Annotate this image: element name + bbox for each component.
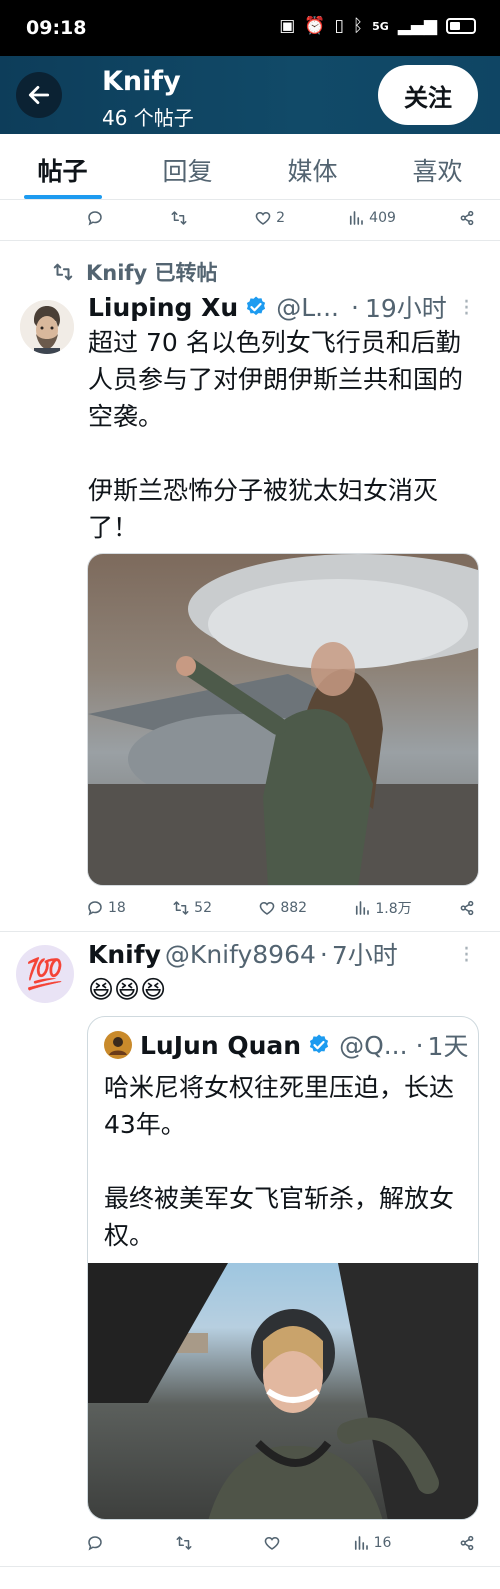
repost-button[interactable]: 52 — [172, 899, 212, 917]
action-bar: 16 — [86, 1528, 476, 1558]
more-options-icon[interactable]: · · · — [463, 292, 470, 326]
divider — [0, 931, 500, 932]
action-bar: 2 409 — [86, 203, 476, 233]
views-icon — [356, 901, 370, 915]
post-text: 超过 70 名以色列女飞行员和后勤人员参与了对伊朗伊斯兰共和国的空袭。 伊斯兰恐… — [88, 328, 464, 542]
post-header: Liuping Xu @L... · 19小时 — [88, 291, 447, 324]
heart-icon — [260, 901, 275, 915]
reply-button[interactable]: 18 — [86, 899, 126, 917]
share-icon — [460, 900, 474, 916]
alarm-icon: ⏰ — [304, 16, 326, 36]
profile-name: Knify — [102, 66, 181, 97]
views-button[interactable]: 1.8万 — [353, 898, 412, 918]
bluetooth-icon: ᛒ — [352, 16, 364, 36]
views-icon — [350, 211, 363, 225]
reply-button[interactable] — [86, 209, 108, 227]
back-arrow-icon — [28, 86, 50, 104]
tab-posts[interactable]: 帖子 — [0, 134, 125, 199]
author-handle[interactable]: @L... — [276, 293, 339, 322]
repost-label: Knify 已转帖 — [86, 261, 218, 285]
avatar[interactable]: 💯 — [16, 945, 74, 1003]
like-button[interactable]: 2 — [254, 209, 285, 227]
profile-header: Knify 46 个帖子 关注 — [0, 56, 500, 134]
repost-button[interactable] — [175, 1534, 197, 1552]
like-count: 882 — [280, 900, 308, 916]
quoted-post-header: LuJun Quan @Q... · 1天 — [104, 1029, 468, 1061]
reply-icon — [88, 901, 102, 916]
quote-avatar-icon — [104, 1031, 132, 1059]
repost-count: 52 — [194, 900, 212, 916]
verified-badge-icon — [309, 1034, 329, 1054]
post-image-jet-pilot[interactable] — [87, 553, 479, 886]
separator-dot: · — [319, 939, 328, 969]
follow-button[interactable]: 关注 — [378, 65, 478, 125]
network-label: 5G — [372, 19, 389, 33]
quoted-post-text: 哈米尼将女权往死里压迫，长达43年。 最终被美军女飞官斩杀，解放女权。 — [104, 1073, 455, 1250]
author-handle[interactable]: @Knify8964 — [165, 940, 316, 969]
reply-icon — [88, 1536, 102, 1551]
share-button[interactable] — [458, 209, 476, 227]
quoted-post[interactable]: LuJun Quan @Q... · 1天 哈米尼将女权往死里压迫，长达43年。… — [87, 1016, 479, 1520]
separator-dot: · — [415, 1030, 424, 1060]
avatar[interactable] — [20, 300, 74, 354]
battery-icon — [446, 18, 476, 34]
tab-likes[interactable]: 喜欢 — [375, 134, 500, 199]
divider — [0, 240, 500, 241]
tab-media[interactable]: 媒体 — [250, 134, 375, 199]
share-button[interactable] — [458, 1534, 476, 1552]
post-count: 46 个帖子 — [102, 106, 194, 130]
reply-button[interactable] — [86, 1534, 108, 1552]
verified-badge-icon — [247, 296, 266, 316]
post-header: Knify @Knify8964 · 7小时 — [88, 938, 398, 971]
views-count: 1.8万 — [375, 901, 412, 917]
views-count: 16 — [373, 1535, 392, 1551]
author-name[interactable]: Knify — [88, 940, 161, 969]
status-time: 09:18 — [26, 17, 87, 39]
profile-tabs: 帖子 回复 媒体 喜欢 — [0, 134, 500, 200]
heart-icon — [264, 1536, 280, 1550]
post-text: 😆😆😆 — [88, 975, 167, 1004]
jet-pilot-illustration-icon — [88, 554, 478, 885]
quoted-image-pilot-cockpit[interactable] — [88, 1263, 478, 1519]
author-name[interactable]: Liuping Xu — [88, 293, 238, 322]
quoted-post-time: 1天 — [427, 1032, 469, 1061]
status-bar: 09:18 ▣ ⏰ ▯ ᛒ 5G ▂▄▆ — [0, 0, 500, 56]
more-options-icon[interactable]: · · · — [463, 939, 470, 973]
views-count: 409 — [369, 210, 396, 226]
pilot-cockpit-illustration-icon — [88, 1263, 478, 1519]
share-icon — [460, 210, 474, 226]
repost-icon — [173, 901, 189, 915]
tab-replies[interactable]: 回复 — [125, 134, 250, 199]
share-icon — [460, 1535, 474, 1551]
like-button[interactable]: 882 — [258, 899, 307, 917]
reply-icon — [88, 211, 102, 226]
vibrate-icon: ▯ — [334, 16, 344, 36]
repost-indicator[interactable]: Knify 已转帖 — [52, 257, 218, 287]
signal-icon: ▂▄▆ — [397, 16, 437, 36]
action-bar: 18 52 882 1.8万 — [86, 893, 476, 923]
repost-icon — [176, 1536, 192, 1550]
nfc-icon: ▣ — [279, 16, 296, 36]
separator-dot: · — [351, 292, 359, 322]
back-button[interactable] — [16, 72, 62, 118]
reply-count: 18 — [108, 900, 126, 916]
repost-button[interactable] — [170, 209, 192, 227]
hundred-points-emoji: 💯 — [26, 956, 64, 992]
quoted-author-name[interactable]: LuJun Quan — [140, 1031, 301, 1060]
views-button[interactable]: 409 — [347, 209, 396, 227]
post-time: 19小时 — [364, 294, 447, 323]
share-button[interactable] — [458, 899, 476, 917]
views-button[interactable]: 16 — [352, 1534, 392, 1552]
status-icons: ▣ ⏰ ▯ ᛒ 5G ▂▄▆ — [279, 16, 476, 36]
repost-icon — [171, 211, 187, 225]
post-time: 7小时 — [331, 941, 398, 970]
views-icon — [354, 1536, 368, 1550]
like-button[interactable] — [263, 1534, 285, 1552]
like-count: 2 — [276, 210, 286, 226]
quoted-author-handle[interactable]: @Q... — [339, 1031, 408, 1060]
divider — [0, 1566, 500, 1567]
avatar-portrait-icon — [20, 300, 74, 354]
repost-icon — [53, 263, 73, 281]
heart-icon — [255, 211, 271, 225]
